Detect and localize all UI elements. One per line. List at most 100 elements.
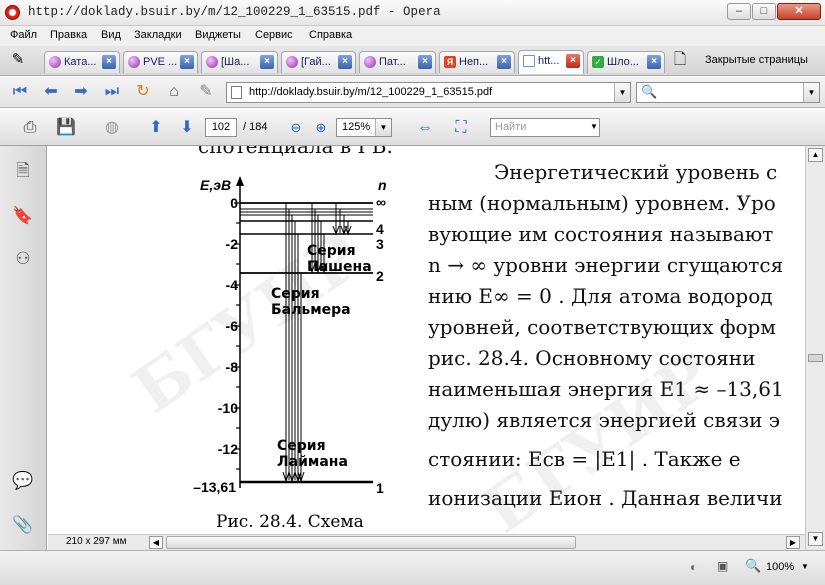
print-icon[interactable]: ⎙ xyxy=(18,117,42,139)
tab-6[interactable]: Я Неп... × xyxy=(439,51,515,73)
text-line-5: нию E∞ = 0 . Для атома водород xyxy=(428,284,773,308)
find-dropdown-icon[interactable]: ▼ xyxy=(590,122,598,131)
scroll-up-icon[interactable]: ▲ xyxy=(808,148,823,162)
rewind-icon[interactable]: ⏮ xyxy=(10,82,30,102)
fit-width-icon[interactable]: ⇔ xyxy=(413,117,437,139)
home-icon[interactable]: ⌂ xyxy=(164,82,184,102)
pages-icon[interactable]: 🗎 xyxy=(10,158,36,184)
n-axis-title: n xyxy=(378,177,387,193)
fast-forward-icon[interactable]: ⏭ xyxy=(102,82,122,102)
tab-4[interactable]: [Гай... × xyxy=(281,51,356,73)
save-icon[interactable]: 💾 xyxy=(54,117,78,139)
find-input[interactable]: Найти xyxy=(490,118,600,137)
minimize-button[interactable]: – xyxy=(727,3,751,20)
forward-icon[interactable]: ➡ xyxy=(71,82,91,102)
tab-close-icon[interactable]: × xyxy=(260,55,274,69)
new-tab-icon[interactable]: 🗋 xyxy=(670,50,690,70)
close-button[interactable]: ✕ xyxy=(777,3,821,20)
text-line-7: рис. 28.4. Основному состояни xyxy=(428,346,756,370)
zoom-select[interactable]: 125% ▼ xyxy=(336,118,392,137)
zoom-icon[interactable]: 🔍 xyxy=(745,558,761,574)
balmer-series-label: Серия Бальмера xyxy=(271,286,351,318)
cut-text-line: спотенциала в I В. xyxy=(198,146,393,158)
text-line-9: дулю) является энергией связи э xyxy=(428,408,781,432)
lyman-series-label: Серия Лаймана xyxy=(277,438,348,470)
horizontal-scroll-thumb[interactable] xyxy=(166,536,576,549)
tab-favicon-icon xyxy=(364,56,376,68)
opera-logo-icon xyxy=(5,5,20,20)
search-icon: 🔍 xyxy=(641,84,658,99)
tab-close-icon[interactable]: × xyxy=(566,54,580,68)
address-field[interactable]: http://doklady.bsuir.by/m/12_100229_1_63… xyxy=(226,82,631,103)
closed-tabs-button[interactable]: Закрытые страницы xyxy=(705,54,808,66)
pdf-side-panel: 🗎 🔖 ⚇ 💬 📎 xyxy=(0,146,47,550)
tab-label: htt... xyxy=(538,55,560,67)
page-number-input[interactable]: 102 xyxy=(205,118,237,137)
image-toggle-icon[interactable]: ▣ xyxy=(717,559,728,573)
next-page-icon[interactable]: ⬇ xyxy=(175,117,199,139)
tab-1[interactable]: Ката... × xyxy=(44,51,120,73)
address-dropdown-icon[interactable]: ▼ xyxy=(614,83,630,102)
tab-8[interactable]: ✓ Шло... × xyxy=(587,51,665,73)
status-zoom-value[interactable]: 100% xyxy=(766,561,794,573)
text-line-1: Энергетический уровень с xyxy=(494,160,778,184)
edit-icon[interactable]: ✎ xyxy=(196,82,216,102)
search-dropdown-icon[interactable]: ▼ xyxy=(803,83,819,102)
tab-label: Ката... xyxy=(64,56,97,68)
menu-view[interactable]: Вид xyxy=(101,29,121,41)
tab-2[interactable]: PVE ... × xyxy=(123,51,198,73)
maximize-button[interactable]: □ xyxy=(752,3,776,20)
tab-7-active[interactable]: htt... × xyxy=(518,50,584,74)
yandex-favicon-icon: Я xyxy=(444,56,456,68)
scroll-right-icon[interactable]: ▶ xyxy=(786,536,800,549)
vertical-scrollbar[interactable]: ▲ ▼ xyxy=(805,146,825,550)
tab-close-icon[interactable]: × xyxy=(497,55,511,69)
share-icon[interactable]: ◍ xyxy=(100,117,124,139)
binoculars-icon[interactable]: ⚇ xyxy=(10,246,36,272)
page-size-label: 210 x 297 мм xyxy=(66,536,127,547)
attachment-icon[interactable]: 📎 xyxy=(10,512,36,538)
menu-help[interactable]: Справка xyxy=(309,29,352,41)
menu-widgets[interactable]: Виджеты xyxy=(195,29,241,41)
comments-icon[interactable]: 💬 xyxy=(10,468,36,494)
previous-page-icon[interactable]: ⬆ xyxy=(144,117,168,139)
menu-tools[interactable]: Сервис xyxy=(255,29,293,41)
status-zoom-dropdown-icon[interactable]: ▼ xyxy=(801,562,809,571)
tab-close-icon[interactable]: × xyxy=(647,55,661,69)
search-field[interactable]: 🔍 ▼ xyxy=(636,82,820,103)
page-total: / 184 xyxy=(243,121,268,133)
scroll-left-icon[interactable]: ◀ xyxy=(149,536,163,549)
tab-5[interactable]: Пат... × xyxy=(359,51,436,73)
address-url: http://doklady.bsuir.by/m/12_100229_1_63… xyxy=(249,86,493,98)
tab-close-icon[interactable]: × xyxy=(418,55,432,69)
reload-icon[interactable]: ↻ xyxy=(133,82,153,102)
window-title: http://doklady.bsuir.by/m/12_100229_1_63… xyxy=(28,5,441,19)
tab-close-icon[interactable]: × xyxy=(338,55,352,69)
y-axis-title: E,эВ xyxy=(200,177,232,193)
text-line-4: n → ∞ уровни энергии сгущаются xyxy=(428,253,784,277)
panels-toggle-icon[interactable]: ✎ xyxy=(8,50,28,70)
bookmarks-icon[interactable]: 🔖 xyxy=(10,203,36,229)
tab-3[interactable]: [Ша... × xyxy=(201,51,278,73)
scroll-thumb[interactable] xyxy=(808,354,823,362)
back-icon[interactable]: ⬅ xyxy=(41,82,61,102)
horizontal-scrollbar[interactable]: 210 x 297 мм ◀ ▶ xyxy=(48,534,805,550)
tab-favicon-icon xyxy=(128,56,140,68)
pdf-toolbar: ⎙ 💾 ◍ ⬆ ⬇ 102 / 184 ⊖ ⊕ 125% ▼ ⇔ ⛶ Найти… xyxy=(0,109,825,146)
zoom-dropdown-icon[interactable]: ▼ xyxy=(375,119,391,136)
tab-label: [Гай... xyxy=(301,56,331,68)
zoom-out-icon[interactable]: ⊖ xyxy=(284,117,308,139)
zoom-in-icon[interactable]: ⊕ xyxy=(309,117,333,139)
scroll-down-icon[interactable]: ▼ xyxy=(808,532,823,546)
menu-bookmarks[interactable]: Закладки xyxy=(134,29,182,41)
menu-edit[interactable]: Правка xyxy=(50,29,87,41)
speed-dial-icon[interactable]: ◐ xyxy=(690,560,697,574)
text-line-3: вующие им состояния называют xyxy=(428,222,774,246)
page-icon xyxy=(231,86,242,99)
fit-page-icon[interactable]: ⛶ xyxy=(449,117,473,139)
tab-close-icon[interactable]: × xyxy=(102,55,116,69)
tab-close-icon[interactable]: × xyxy=(180,55,194,69)
address-toolbar: ⏮ ⬅ ➡ ⏭ ↻ ⌂ ✎ http://doklady.bsuir.by/m/… xyxy=(0,77,825,108)
text-line-11: ионизации Eион . Данная величи xyxy=(428,486,783,510)
menu-file[interactable]: Файл xyxy=(10,29,37,41)
